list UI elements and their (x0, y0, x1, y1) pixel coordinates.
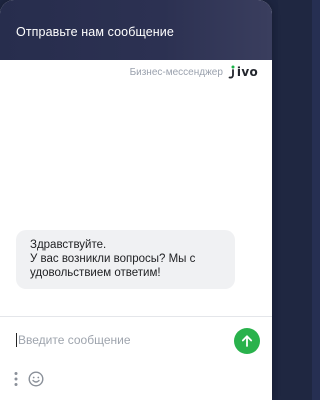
message-list: Здравствуйте. У вас возникли вопросы? Мы… (0, 82, 272, 316)
composer (0, 316, 272, 400)
branding-text: Бизнес-мессенджер (129, 66, 223, 78)
emoji-button[interactable] (28, 371, 44, 387)
arrow-up-icon (241, 335, 253, 347)
page-backdrop-edge (312, 0, 320, 400)
message-line: Здравствуйте. (30, 239, 107, 251)
vertical-dots-icon (14, 372, 18, 386)
chat-header-title: Отправьте нам сообщение (16, 25, 174, 39)
message-line: У вас возникли вопросы? Мы с удовольстви… (30, 253, 196, 279)
jivo-logo[interactable]: jivo ivo (227, 65, 258, 79)
message-bubble: Здравствуйте. У вас возникли вопросы? Мы… (16, 230, 235, 289)
chat-header: Отправьте нам сообщение (0, 0, 272, 60)
more-options-button[interactable] (14, 371, 18, 387)
jivo-mark-icon (228, 65, 235, 79)
jivo-logo-word: ivo (236, 65, 258, 79)
chat-widget: Отправьте нам сообщение Бизнес-мессендже… (0, 0, 272, 400)
message-input[interactable] (18, 331, 218, 349)
smiley-icon (28, 371, 44, 387)
send-button[interactable] (234, 328, 260, 354)
composer-tools (14, 369, 44, 389)
branding-bar[interactable]: Бизнес-мессенджер jivo ivo (0, 60, 272, 82)
text-caret (16, 333, 17, 347)
